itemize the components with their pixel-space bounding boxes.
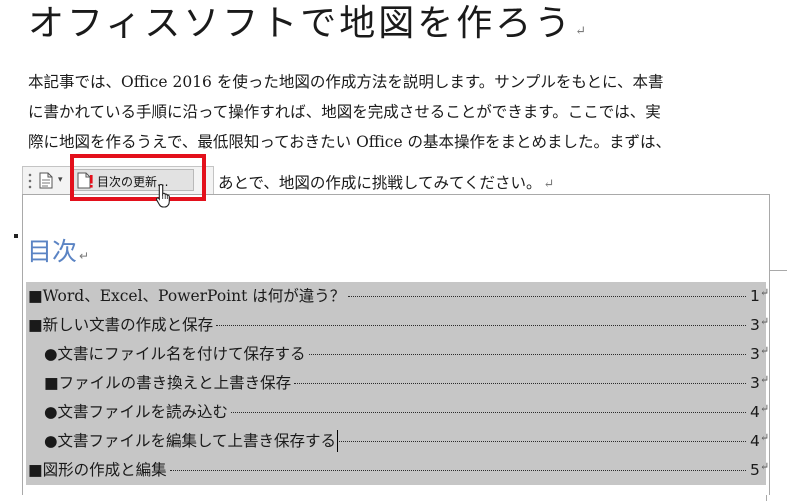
toc-heading-text: 目次: [27, 237, 78, 266]
toc-entry-text: ●文書ファイルを編集して上書き保存する: [44, 432, 337, 450]
toc-leader-dots: [294, 383, 746, 384]
paragraph-mark: ↵: [760, 286, 770, 299]
paragraph-mark: ↵: [543, 177, 555, 192]
paragraph-mark: ↵: [760, 373, 770, 386]
toc-leader-dots: [170, 470, 746, 471]
toc-entry-page: 1: [750, 287, 760, 305]
toc-entry-page: 5: [750, 461, 760, 479]
paragraph-mark: ↵: [760, 402, 770, 415]
highlight-annotation-box: [70, 154, 206, 201]
toc-entry[interactable]: ■新しい文書の作成と保存 3 ↵: [26, 311, 770, 340]
text-caret: [337, 430, 338, 452]
hand-pointer-icon: [155, 183, 170, 208]
toc-leader-dots: [309, 354, 746, 355]
paragraph-mark: ↵: [760, 344, 770, 357]
toc-leader-dots: [231, 412, 746, 413]
toc-leader-dots: [339, 441, 746, 442]
document-icon[interactable]: [39, 172, 53, 189]
title-text: オフィスソフトで地図を作ろう: [28, 3, 574, 44]
toc-entry[interactable]: ■ファイルの書き換えと上書き保存 3 ↵: [26, 369, 770, 398]
toc-entry[interactable]: ●文書にファイル名を付けて保存する 3 ↵: [26, 340, 770, 369]
toc-leader-dots: [348, 296, 746, 297]
toc-entry-page: 3: [750, 316, 760, 334]
toc-heading[interactable]: 目次 ↵: [27, 232, 89, 268]
paragraph-mark: ↵: [760, 460, 770, 473]
drag-handle-icon[interactable]: [28, 172, 32, 190]
paragraph-mark: ↵: [760, 315, 770, 328]
toc-entry-text: ●文書ファイルを読み込む: [44, 403, 229, 421]
object-anchor-mark: [14, 234, 18, 238]
toc-entry[interactable]: ■図形の作成と編集 5 ↵: [26, 456, 770, 485]
paragraph-mark: ↵: [79, 249, 90, 263]
toc-entry-page: 4: [750, 403, 760, 421]
document-title: オフィスソフトで地図を作ろう ↵: [28, 2, 586, 54]
toc-entry-text: ●文書にファイル名を付けて保存する: [44, 345, 306, 363]
toc-entry[interactable]: ●文書ファイルを編集して上書き保存する 4 ↵: [26, 427, 770, 456]
toc-entry[interactable]: ■Word、Excel、PowerPoint は何が違う？ 1 ↵: [26, 282, 770, 311]
toc-entry-text: ■新しい文書の作成と保存: [28, 316, 214, 334]
chevron-down-icon[interactable]: ▾: [58, 175, 63, 185]
toc-entry[interactable]: ●文書ファイルを読み込む 4 ↵: [26, 398, 770, 427]
body-line-1[interactable]: 本記事では、Office 2016 を使った地図の作成方法を説明します。サンプル…: [28, 67, 768, 97]
toc-entry-page: 4: [750, 432, 760, 450]
paragraph-mark: ↵: [760, 431, 770, 444]
toc-entry-text: ■Word、Excel、PowerPoint は何が違う？: [28, 287, 346, 305]
toc-entry-text: ■図形の作成と編集: [28, 461, 167, 479]
paragraph-mark: ↵: [575, 24, 587, 39]
toc-entry-page: 3: [750, 374, 760, 392]
body-line-2[interactable]: に書かれている手順に沿って操作すれば、地図を完成させることができます。ここでは、…: [28, 97, 768, 127]
body-line-4-text: あとで、地図の作成に挑戦してみてください。: [218, 174, 542, 192]
toc-entry-page: 3: [750, 345, 760, 363]
body-line-3[interactable]: 際に地図を作るうえで、最低限知っておきたい Office の基本操作をまとめまし…: [28, 127, 768, 157]
toc-entry-text: ■ファイルの書き換えと上書き保存: [44, 374, 292, 392]
toc-leader-dots: [216, 325, 746, 326]
